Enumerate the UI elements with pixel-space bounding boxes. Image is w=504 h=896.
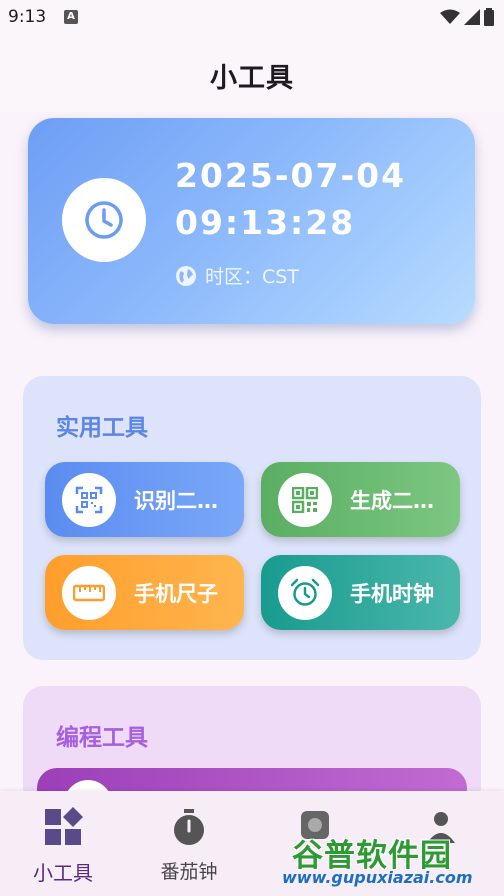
- section-title-programming: 编程工具: [56, 725, 148, 751]
- nav-label-pomodoro: 番茄钟: [160, 861, 218, 883]
- notification-icon: A: [64, 10, 78, 24]
- widgets-icon: [45, 807, 83, 845]
- status-icons: [440, 8, 494, 26]
- ruler-icon: [62, 565, 116, 620]
- scan-qr-label: 识别二…: [134, 488, 218, 513]
- app-bar: 小工具: [0, 36, 504, 112]
- battery-icon: [484, 8, 494, 26]
- nav-label-tools: 小工具: [33, 861, 93, 885]
- generate-qr-button[interactable]: 生成二…: [261, 462, 460, 537]
- signal-icon: [464, 9, 480, 25]
- generate-qr-label: 生成二…: [350, 488, 434, 513]
- clock-icon: [85, 201, 123, 239]
- timezone-row: 时区：CST: [175, 262, 299, 289]
- qr-code-icon: [278, 472, 332, 527]
- timer-icon: [174, 809, 204, 845]
- nav-item-tools[interactable]: 小工具: [0, 791, 126, 896]
- alarm-clock-icon: [278, 565, 332, 620]
- wifi-icon: [440, 9, 460, 24]
- current-time: 09:13:28: [175, 203, 356, 242]
- time-card: 2025-07-04 09:13:28 时区：CST: [28, 118, 475, 324]
- scan-qr-button[interactable]: 识别二…: [45, 462, 244, 537]
- phone-clock-label: 手机时钟: [350, 581, 434, 606]
- ruler-label: 手机尺子: [134, 581, 218, 606]
- timezone-label: 时区：CST: [205, 266, 299, 288]
- qr-scan-icon: [62, 472, 116, 527]
- status-time: 9:13: [8, 7, 47, 27]
- current-date: 2025-07-04: [175, 156, 407, 195]
- globe-icon: [176, 265, 196, 286]
- watermark: 谷普软件园 www.gupuxiazai.com: [274, 812, 504, 896]
- section-title-utility: 实用工具: [56, 415, 148, 441]
- watermark-url: www.gupuxiazai.com: [282, 868, 473, 887]
- clock-avatar: [62, 178, 146, 262]
- utility-tools-section: 实用工具 识别二… 生成二… 手机尺子 手机时钟: [23, 376, 481, 660]
- status-bar: 9:13 A: [0, 0, 504, 36]
- nav-item-pomodoro[interactable]: 番茄钟: [126, 791, 252, 896]
- ruler-button[interactable]: 手机尺子: [45, 555, 244, 630]
- phone-clock-button[interactable]: 手机时钟: [261, 555, 460, 630]
- page-title: 小工具: [210, 63, 294, 94]
